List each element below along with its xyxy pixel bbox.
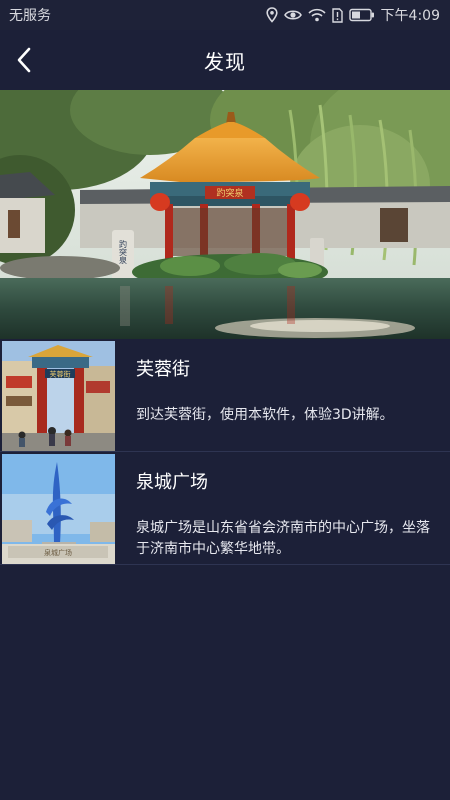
furong-thumb-sign: 芙蓉街 xyxy=(50,370,71,379)
item-title: 泉城广场 xyxy=(136,472,208,493)
clock-label: 下午4:09 xyxy=(380,8,440,24)
status-icons: 下午4:09 xyxy=(265,5,440,25)
location-icon xyxy=(265,7,278,23)
item-description: 到达芙蓉街，使用本软件，体验3D讲解。 xyxy=(136,407,394,423)
status-bar: 无服务 下午4:09 xyxy=(0,0,450,30)
pavilion-plaque-text: 趵突泉 xyxy=(216,187,243,199)
battery-icon xyxy=(348,8,375,22)
quancheng-thumb-sign: 泉城广场 xyxy=(44,548,72,557)
sim-alert-icon xyxy=(331,7,343,23)
item-title: 芙蓉街 xyxy=(136,359,190,380)
hero-banner-image[interactable]: 趵突泉 趵突泉 xyxy=(0,90,450,339)
eye-icon xyxy=(283,8,302,22)
wifi-icon xyxy=(307,8,326,22)
back-button[interactable] xyxy=(6,42,42,78)
nav-bar: 发现 xyxy=(0,30,450,90)
spring-sign-text: 趵突泉 xyxy=(119,239,128,264)
chevron-left-icon xyxy=(17,47,31,73)
furong-street-thumbnail: 芙蓉街 xyxy=(2,341,115,451)
item-description: 泉城广场是山东省省会济南市的中心广场，坐落于济南市中心繁华地带。 xyxy=(136,520,430,557)
list-item-furong-street[interactable]: 芙蓉街 芙蓉街 到达芙蓉街，使用本软件，体验3D讲解。 xyxy=(0,339,450,452)
carrier-label: 无服务 xyxy=(9,8,51,24)
list-item-quancheng-square[interactable]: 泉城广场 泉城广场 泉城广场是山东省省会济南市的中心广场，坐落于济南市中心繁华地… xyxy=(0,452,450,565)
quancheng-square-thumbnail: 泉城广场 xyxy=(2,454,115,564)
place-list: 芙蓉街 芙蓉街 到达芙蓉街，使用本软件，体验3D讲解。 泉城广场 泉城广场 泉城… xyxy=(0,339,450,565)
page-title: 发现 xyxy=(204,49,246,74)
